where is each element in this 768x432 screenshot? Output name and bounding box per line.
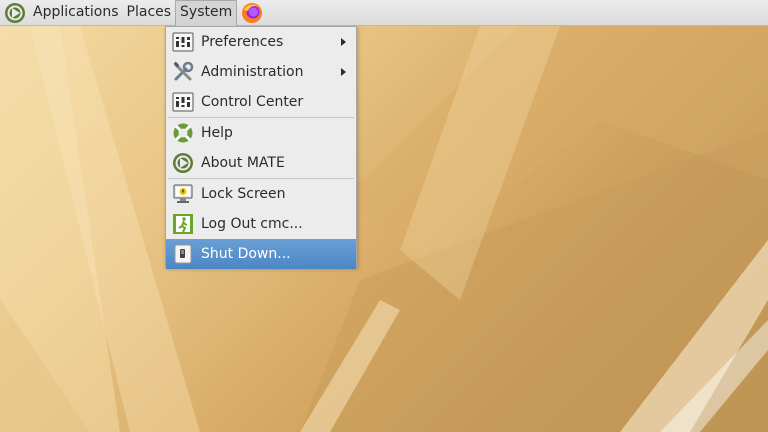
desktop-wallpaper [0, 0, 768, 432]
help-lifebuoy-icon [173, 123, 193, 143]
system-menu[interactable]: System [175, 0, 238, 26]
menu-item-label: Log Out cmc... [201, 216, 303, 232]
menu-item-label: About MATE [201, 155, 285, 171]
menu-item-label: Lock Screen [201, 186, 286, 202]
menu-item-preferences[interactable]: Preferences [166, 27, 356, 57]
menu-item-administration[interactable]: Administration [166, 57, 356, 87]
control-center-icon [172, 92, 194, 112]
menu-item-label: Control Center [201, 94, 304, 110]
menu-item-log-out[interactable]: Log Out cmc... [166, 209, 356, 239]
menu-item-label: Administration [201, 64, 304, 80]
menu-item-lock-screen[interactable]: Lock Screen [166, 179, 356, 209]
menu-item-label: Help [201, 125, 233, 141]
menu-item-label: Preferences [201, 34, 284, 50]
menu-item-shut-down[interactable]: Shut Down... [166, 239, 356, 269]
submenu-arrow-icon [341, 68, 346, 76]
menu-item-label: Shut Down... [201, 246, 291, 262]
mate-logo-icon [173, 153, 193, 173]
menu-item-help[interactable]: Help [166, 118, 356, 148]
places-menu[interactable]: Places [123, 0, 176, 26]
menu-item-control-center[interactable]: Control Center [166, 87, 356, 117]
applications-menu[interactable]: Applications [29, 0, 123, 26]
top-panel: Applications Places System [0, 0, 768, 26]
lock-screen-icon [173, 184, 193, 203]
wallpaper-shapes [0, 26, 768, 432]
shutdown-icon [174, 244, 192, 264]
mate-logo-icon[interactable] [4, 2, 26, 24]
logout-icon [173, 214, 193, 234]
tools-icon [173, 61, 194, 81]
menu-item-about-mate[interactable]: About MATE [166, 148, 356, 178]
firefox-icon[interactable] [241, 2, 263, 24]
preferences-icon [172, 32, 194, 52]
system-dropdown-menu: Preferences Administration Control Cente… [165, 26, 357, 269]
submenu-arrow-icon [341, 38, 346, 46]
